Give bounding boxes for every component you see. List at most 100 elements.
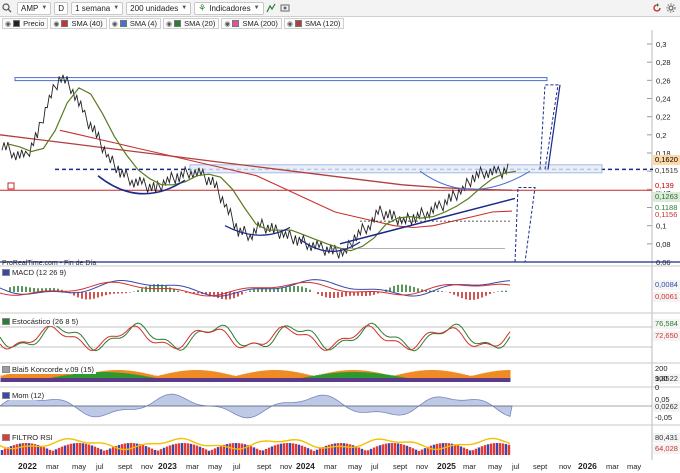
screenshot-icon[interactable] (278, 2, 292, 15)
period-selector[interactable]: D (54, 1, 69, 15)
price-axis-label: 0,2 (656, 131, 666, 140)
refresh-icon[interactable] (650, 1, 664, 14)
price-axis-label: 0,1 (656, 222, 666, 231)
price-axis-label: 0,24 (656, 95, 671, 104)
settings-icon[interactable] (664, 1, 678, 14)
x-axis-month-label: nov (416, 462, 429, 471)
indicator-name: FILTRO RSI (12, 432, 53, 442)
legend-label: Precio (23, 19, 45, 28)
indicator-panel-label[interactable]: FILTRO RSI (2, 432, 55, 442)
x-axis-month-label: may (208, 462, 223, 471)
visibility-icon[interactable]: ◉ (53, 20, 59, 28)
indicator-value-tag: 72,650 (653, 331, 680, 341)
x-axis-month-label: may (72, 462, 87, 471)
x-axis-month-label: sept (393, 462, 408, 471)
visibility-icon[interactable]: ◉ (287, 20, 293, 28)
indicator-axis-label: 0 (655, 383, 660, 392)
legend-label: SMA (200) (242, 19, 278, 28)
x-axis-month-label: jul (233, 462, 241, 471)
legend-item[interactable]: ◉ SMA (200) (221, 18, 282, 29)
visibility-icon[interactable]: ◉ (166, 20, 172, 28)
visibility-icon[interactable]: ◉ (5, 20, 11, 28)
legend-label: SMA (120) (304, 19, 341, 28)
price-tag: 0,139 (653, 181, 680, 191)
x-axis-year-label: 2025 (437, 461, 456, 471)
ticker-selector[interactable]: AMP ▼ (17, 1, 52, 15)
visibility-icon[interactable]: ◉ (224, 20, 230, 28)
window-controls (650, 1, 678, 14)
chevron-down-icon: ▼ (181, 5, 188, 11)
x-axis-month-label: mar (463, 462, 476, 471)
indicator-icon (2, 317, 10, 325)
indicator-panel-label[interactable]: Mom (12) (2, 390, 47, 400)
timeframe-selector[interactable]: 1 semana ▼ (71, 1, 124, 15)
projection-arrow-1 (539, 84, 559, 170)
toolbar: AMP ▼ D 1 semana ▼ 200 unidades ▼ ⚘ Indi… (0, 0, 680, 17)
units-label: 200 unidades (130, 3, 179, 13)
price-tag: 0,1620 (653, 155, 680, 165)
x-axis-month-label: sept (257, 462, 272, 471)
timeframe-label: 1 semana (75, 3, 111, 13)
chart-application: AMP ▼ D 1 semana ▼ 200 unidades ▼ ⚘ Indi… (0, 0, 680, 473)
x-axis-month-label: jul (512, 462, 520, 471)
price-axis-label: 0,08 (656, 240, 671, 249)
legend-item[interactable]: ◉ SMA (20) (162, 18, 220, 29)
indicators-button[interactable]: ⚘ Indicadores ▼ (194, 1, 264, 15)
legend-label: SMA (40) (71, 19, 103, 28)
indicator-icon (2, 391, 10, 399)
indicator-panel-label[interactable]: Estocástico (26 8 5) (2, 316, 81, 326)
indicator-axis-label: 0,05 (655, 395, 670, 404)
chevron-down-icon: ▼ (113, 5, 120, 11)
x-axis-year-label: 2026 (578, 461, 597, 471)
visibility-icon[interactable]: ◉ (112, 20, 118, 28)
chevron-down-icon: ▼ (253, 5, 260, 11)
indicator-value-tag: 64,028 (653, 444, 680, 454)
units-selector[interactable]: 200 unidades ▼ (126, 1, 192, 15)
indicator-legend: ◉ Precio ◉ SMA (40) ◉ SMA (4) ◉ SMA (20) ◉ SMA (2… (0, 17, 640, 30)
x-axis-month-label: nov (141, 462, 154, 471)
data-source-note: ProRealTime.com - Fin de Día (2, 260, 97, 267)
indicator-value-tag: 80,431 (653, 433, 680, 443)
x-axis-month-label: sept (533, 462, 548, 471)
time-axis: 2022 mar may jul sept nov 2023 mar may jul sept nov… (0, 460, 680, 473)
x-axis-year-label: 2023 (158, 461, 177, 471)
drawing-tools-icon[interactable] (264, 2, 278, 15)
app-menu-icon[interactable] (0, 2, 14, 15)
price-chart[interactable]: 0,30,280,260,240,220,20,180,160,140,120,… (0, 30, 680, 460)
legend-swatch (174, 20, 182, 27)
indicator-value-tag: 76,584 (653, 319, 680, 329)
legend-item[interactable]: ◉ SMA (4) (108, 18, 161, 29)
x-axis-month-label: may (627, 462, 642, 471)
indicator-axis-label: 200 (655, 364, 668, 373)
indicator-icon (2, 365, 10, 373)
legend-swatch (61, 20, 69, 27)
top-zone-box (14, 77, 548, 82)
indicator-icon (2, 268, 10, 276)
price-tag: 0,1515 (653, 166, 680, 176)
price-axis-label: 0,26 (656, 76, 671, 85)
chevron-down-icon: ▼ (41, 5, 48, 11)
legend-label: SMA (20) (184, 19, 216, 28)
legend-swatch (119, 20, 127, 27)
x-axis-month-label: jul (96, 462, 104, 471)
indicator-name: Estocástico (26 8 5) (12, 316, 79, 326)
indicator-panel-label[interactable]: MACD (12 26 9) (2, 267, 69, 277)
projection-line (547, 84, 561, 170)
x-axis-year-label: 2024 (296, 461, 315, 471)
ticker-label: AMP (21, 3, 39, 13)
indicator-value-tag: 0,0084 (653, 280, 680, 290)
legend-item[interactable]: ◉ Precio (2, 18, 49, 29)
price-tag: 0,1156 (653, 210, 680, 220)
legend-item[interactable]: ◉ SMA (40) (50, 18, 107, 29)
legend-swatch (13, 20, 21, 27)
legend-swatch (294, 20, 302, 27)
indicator-panel-label[interactable]: Blai5 Koncorde v.09 (15) (2, 364, 96, 374)
legend-item[interactable]: ◉ SMA (120) (283, 18, 345, 29)
indicator-value-tag: 0,0061 (653, 292, 680, 302)
price-axis-label: 0,3 (656, 40, 666, 49)
indicator-name: MACD (12 26 9) (12, 267, 67, 277)
period-letter: D (58, 3, 65, 13)
x-axis-month-label: nov (280, 462, 293, 471)
indicators-label: Indicadores (209, 3, 251, 13)
x-axis-month-label: may (348, 462, 363, 471)
